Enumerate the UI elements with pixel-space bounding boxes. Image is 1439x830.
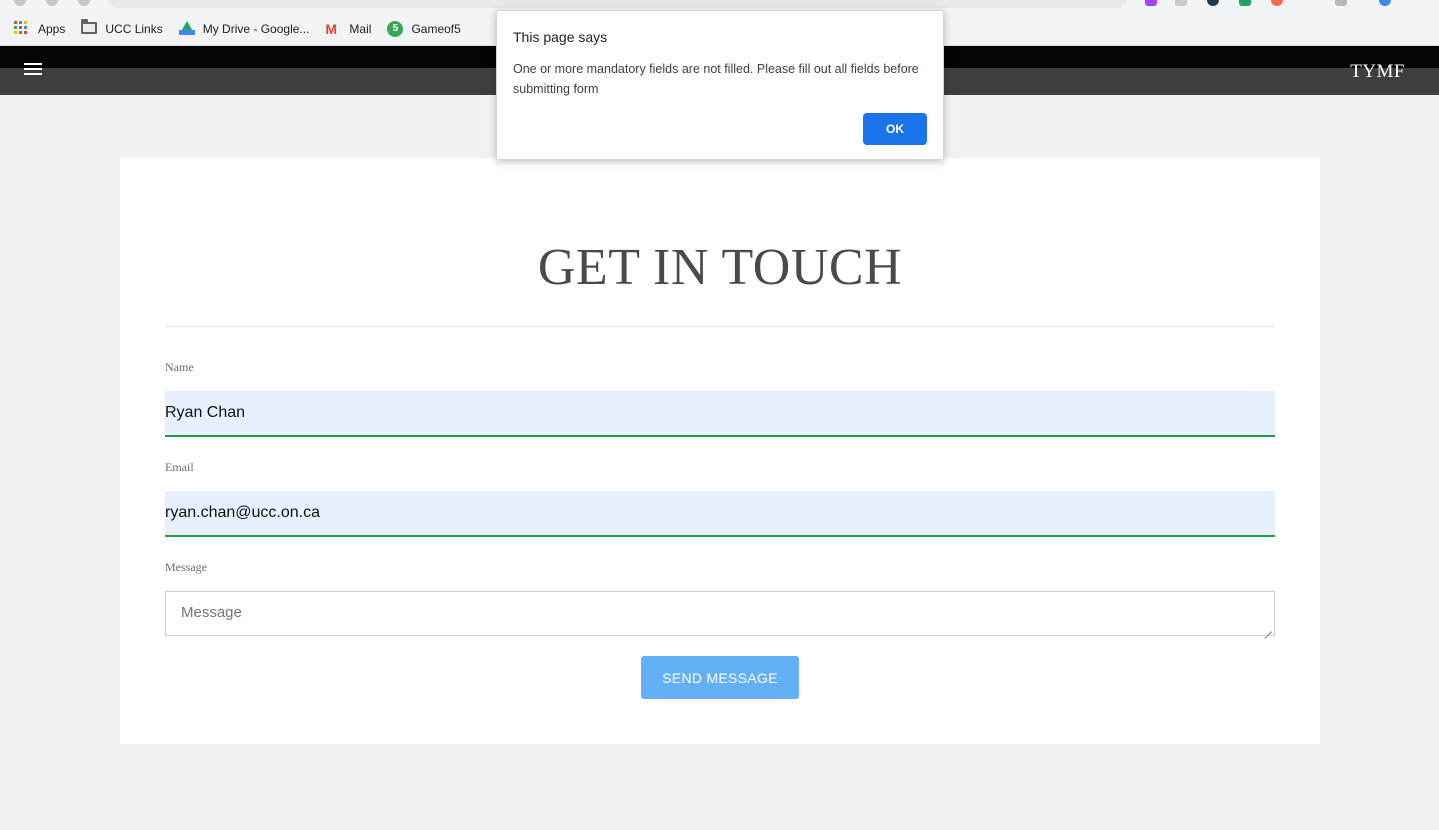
dialog-message: One or more mandatory fields are not fil… — [513, 62, 919, 96]
email-label: Email — [165, 460, 194, 474]
message-label: Message — [165, 560, 207, 574]
hamburger-menu-icon[interactable] — [24, 63, 42, 77]
folder-icon — [81, 19, 98, 37]
bookmark-mail[interactable]: M Mail — [325, 21, 371, 37]
name-field[interactable]: Ryan Chan — [165, 391, 1275, 437]
extension-icon[interactable] — [1175, 0, 1187, 6]
bookmark-gameof5[interactable]: 5 Gameof5 — [387, 21, 461, 37]
bookmark-apps[interactable]: Apps — [14, 21, 65, 37]
back-icon[interactable] — [14, 0, 26, 6]
address-bar[interactable] — [108, 0, 1128, 8]
forward-icon[interactable] — [46, 0, 58, 6]
extension-icon[interactable] — [1271, 0, 1283, 6]
message-textarea[interactable] — [165, 591, 1275, 636]
profile-avatar-icon[interactable] — [1379, 0, 1391, 6]
extension-icon[interactable] — [1145, 0, 1157, 6]
page-title: GET IN TOUCH — [537, 239, 903, 296]
resize-handle-icon[interactable] — [1264, 624, 1272, 632]
reload-icon[interactable] — [78, 0, 90, 6]
bookmark-label: UCC Links — [105, 22, 163, 36]
gameof5-icon: 5 — [387, 21, 404, 37]
bookmark-label: Gameof5 — [411, 22, 461, 36]
bookmarks-bar: Apps UCC Links My Drive - Google... M Ma… — [0, 16, 477, 42]
send-message-button[interactable]: SEND MESSAGE — [641, 656, 799, 699]
extension-icon[interactable] — [1335, 0, 1347, 6]
dialog-title: This page says — [513, 29, 608, 45]
contact-form-card: GET IN TOUCH Name Ryan Chan Email ryan.c… — [120, 158, 1320, 744]
bookmark-ucc-links[interactable]: UCC Links — [81, 19, 163, 37]
email-field[interactable]: ryan.chan@ucc.on.ca — [165, 491, 1275, 537]
ok-button[interactable]: OK — [863, 113, 927, 145]
bookmark-label: Mail — [349, 22, 372, 36]
divider — [165, 326, 1275, 327]
google-drive-icon — [178, 21, 195, 37]
bookmark-label: My Drive - Google... — [202, 22, 310, 36]
bookmark-my-drive[interactable]: My Drive - Google... — [178, 21, 310, 37]
bookmark-label: Apps — [38, 22, 66, 36]
alert-dialog: This page says One or more mandatory fie… — [496, 10, 944, 160]
extension-icon[interactable] — [1207, 0, 1219, 6]
gmail-icon: M — [325, 21, 338, 37]
extension-icon[interactable] — [1239, 0, 1251, 6]
site-brand[interactable]: TYMF — [1350, 61, 1405, 83]
apps-grid-icon — [14, 21, 30, 37]
name-label: Name — [165, 360, 194, 374]
